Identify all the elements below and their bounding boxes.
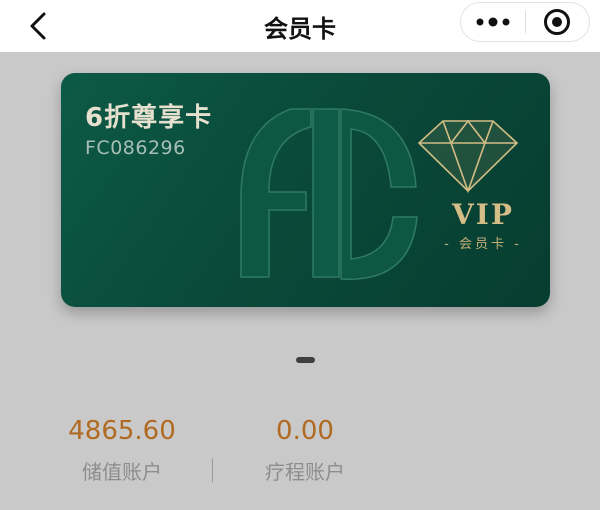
accounts-divider	[212, 458, 213, 482]
vip-label: VIP	[452, 198, 514, 231]
membership-card[interactable]: 6折尊享卡 FC086296 VIP - 会员卡 -	[61, 73, 550, 307]
fc-monogram-logo	[240, 108, 418, 280]
carousel-indicator	[296, 357, 315, 363]
close-mini-program-button[interactable]	[526, 3, 590, 41]
more-dots-icon	[476, 17, 510, 27]
card-name: 6折尊享卡	[85, 103, 213, 133]
stored-value-amount: 4865.60	[68, 416, 176, 446]
treatment-course-label: 疗程账户	[265, 460, 345, 484]
vip-sublabel: - 会员卡 -	[444, 237, 522, 252]
treatment-course-amount: 0.00	[276, 416, 334, 446]
diamond-icon	[417, 119, 519, 194]
mini-program-capsule	[460, 2, 590, 42]
stored-value-label: 储值账户	[82, 460, 162, 484]
card-number: FC086296	[85, 137, 186, 159]
treatment-course-account[interactable]: 0.00 疗程账户	[245, 416, 365, 485]
target-circle-icon	[544, 9, 571, 35]
top-nav-bar: 会员卡	[0, 0, 600, 52]
more-button[interactable]	[461, 3, 525, 41]
stored-value-account[interactable]: 4865.60 储值账户	[58, 416, 186, 485]
